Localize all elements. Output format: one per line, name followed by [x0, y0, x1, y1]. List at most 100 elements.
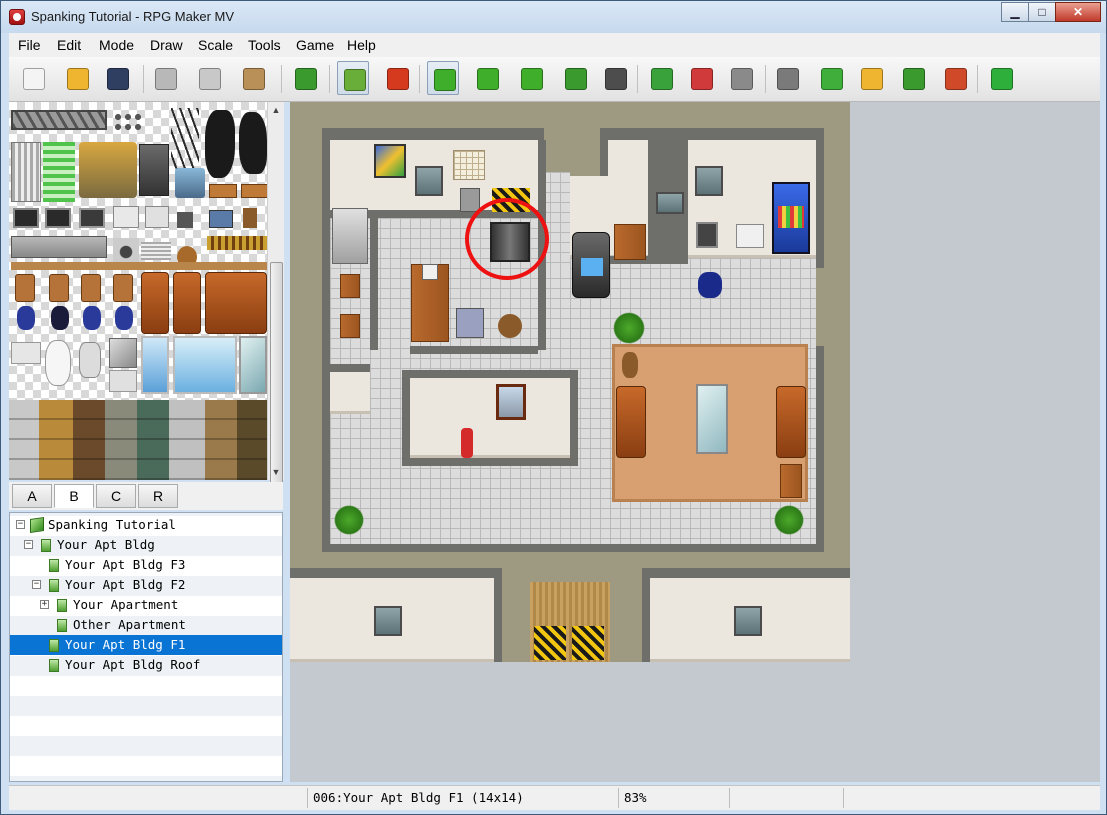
- menu-game[interactable]: Game: [296, 37, 334, 53]
- tile-chair[interactable]: [113, 274, 133, 302]
- tile-rubble[interactable]: [113, 112, 143, 134]
- tile-sofa[interactable]: [141, 272, 169, 334]
- tile-hole[interactable]: [239, 112, 267, 174]
- tile-monitor[interactable]: [45, 208, 71, 228]
- database-button[interactable]: [771, 61, 803, 95]
- tile-toilet[interactable]: [45, 340, 71, 386]
- event-mode-button[interactable]: [381, 61, 413, 95]
- tile-girder[interactable]: [11, 110, 107, 130]
- tab-r[interactable]: R: [138, 484, 178, 508]
- maximize-button[interactable]: □: [1028, 2, 1056, 22]
- tile-chair[interactable]: [15, 274, 35, 302]
- tile-washbasin[interactable]: [109, 370, 137, 392]
- tile-books[interactable]: [207, 236, 267, 250]
- tile-sofa-large[interactable]: [205, 272, 267, 334]
- menu-edit[interactable]: Edit: [57, 37, 81, 53]
- playtest-button[interactable]: [985, 61, 1017, 95]
- tile-chair[interactable]: [81, 274, 101, 302]
- plugin-manager-button[interactable]: [815, 61, 847, 95]
- tile-sofa[interactable]: [173, 272, 201, 334]
- tile-desk[interactable]: [209, 184, 237, 198]
- tile-phone[interactable]: [177, 212, 193, 228]
- flood-fill-button[interactable]: [559, 61, 591, 95]
- title-bar[interactable]: Spanking Tutorial - RPG Maker MV ▁ □ ✕: [1, 1, 1106, 33]
- menu-draw[interactable]: Draw: [150, 37, 183, 53]
- tile-urinal[interactable]: [79, 342, 101, 378]
- map-mode-button[interactable]: [337, 61, 369, 95]
- tile-desk[interactable]: [241, 184, 269, 198]
- minimize-button[interactable]: ▁: [1001, 2, 1029, 22]
- tile-office-chair[interactable]: [51, 306, 69, 330]
- tile-clock[interactable]: [243, 208, 257, 228]
- tile-bathtub-large[interactable]: [173, 336, 237, 394]
- actual-size-button[interactable]: [725, 61, 757, 95]
- scroll-thumb[interactable]: [270, 262, 283, 484]
- tab-a[interactable]: A: [12, 484, 52, 508]
- new-project-button[interactable]: [17, 61, 49, 95]
- tile-chair[interactable]: [49, 274, 69, 302]
- menu-file[interactable]: File: [18, 37, 41, 53]
- tile-machines[interactable]: [79, 142, 137, 198]
- collapse-icon[interactable]: −: [24, 540, 33, 549]
- map-tree[interactable]: − Spanking Tutorial − Your Apt Bldg Your…: [9, 512, 283, 782]
- zoom-in-button[interactable]: [645, 61, 677, 95]
- tile-crack[interactable]: [171, 108, 199, 174]
- collapse-icon[interactable]: −: [16, 520, 25, 529]
- save-project-button[interactable]: [101, 61, 133, 95]
- tile-office-chair[interactable]: [83, 306, 101, 330]
- tile-shelf-strip[interactable]: [11, 262, 275, 270]
- tree-item-map-selected[interactable]: Your Apt Bldg F1: [10, 635, 282, 655]
- tree-item-map[interactable]: Your Apt Bldg F3: [10, 555, 282, 575]
- menu-scale[interactable]: Scale: [198, 37, 233, 53]
- shadow-pen-button[interactable]: [599, 61, 631, 95]
- tile-sink[interactable]: [11, 342, 41, 364]
- tileset-scrollbar[interactable]: ▲ ▼: [267, 102, 284, 484]
- tile-hole[interactable]: [205, 110, 235, 178]
- menu-help[interactable]: Help: [347, 37, 376, 53]
- tile-bathtub[interactable]: [141, 336, 169, 394]
- tile-vent[interactable]: [141, 242, 171, 260]
- open-project-button[interactable]: [61, 61, 93, 95]
- character-generator-button[interactable]: [939, 61, 971, 95]
- tree-item-map[interactable]: + Your Apartment: [10, 595, 282, 615]
- sound-test-button[interactable]: [855, 61, 887, 95]
- tile-bottles[interactable]: [175, 168, 205, 198]
- copy-button[interactable]: [193, 61, 225, 95]
- close-button[interactable]: ✕: [1055, 2, 1101, 22]
- tile-monitor[interactable]: [13, 208, 39, 228]
- scroll-up-icon[interactable]: ▲: [268, 102, 284, 118]
- tree-item-map[interactable]: Other Apartment: [10, 615, 282, 635]
- tile-mirror[interactable]: [109, 338, 137, 368]
- menu-tools[interactable]: Tools: [248, 37, 281, 53]
- tile-office-chair[interactable]: [17, 306, 35, 330]
- ellipse-button[interactable]: [515, 61, 547, 95]
- undo-button[interactable]: [289, 61, 321, 95]
- menu-mode[interactable]: Mode: [99, 37, 134, 53]
- cut-button[interactable]: [149, 61, 181, 95]
- rectangle-button[interactable]: [471, 61, 503, 95]
- tile-bars[interactable]: [11, 142, 41, 202]
- zoom-out-button[interactable]: [685, 61, 717, 95]
- tile-glass-panel[interactable]: [239, 336, 267, 394]
- tree-item-project[interactable]: − Spanking Tutorial: [10, 515, 282, 535]
- scroll-down-icon[interactable]: ▼: [268, 464, 284, 480]
- tree-item-map[interactable]: Your Apt Bldg Roof: [10, 655, 282, 675]
- event-searcher-button[interactable]: [897, 61, 929, 95]
- tile-machine-dark[interactable]: [139, 144, 169, 196]
- tileset-palette[interactable]: [9, 102, 283, 480]
- tile-office-chair[interactable]: [115, 306, 133, 330]
- map-canvas[interactable]: [290, 102, 850, 662]
- map-editor-area[interactable]: [290, 102, 1100, 782]
- collapse-icon[interactable]: −: [32, 580, 41, 589]
- tree-item-map[interactable]: − Your Apt Bldg: [10, 535, 282, 555]
- tile-copier[interactable]: [145, 206, 169, 228]
- tab-b[interactable]: B: [54, 484, 94, 508]
- tree-item-map[interactable]: − Your Apt Bldg F2: [10, 575, 282, 595]
- paste-button[interactable]: [237, 61, 269, 95]
- tab-c[interactable]: C: [96, 484, 136, 508]
- tile-monitor[interactable]: [79, 208, 105, 228]
- tile-green-stripes[interactable]: [43, 142, 75, 202]
- tile-printer[interactable]: [113, 206, 139, 228]
- tile-kitchen-counter[interactable]: [11, 236, 107, 258]
- tile-laptop[interactable]: [209, 210, 233, 228]
